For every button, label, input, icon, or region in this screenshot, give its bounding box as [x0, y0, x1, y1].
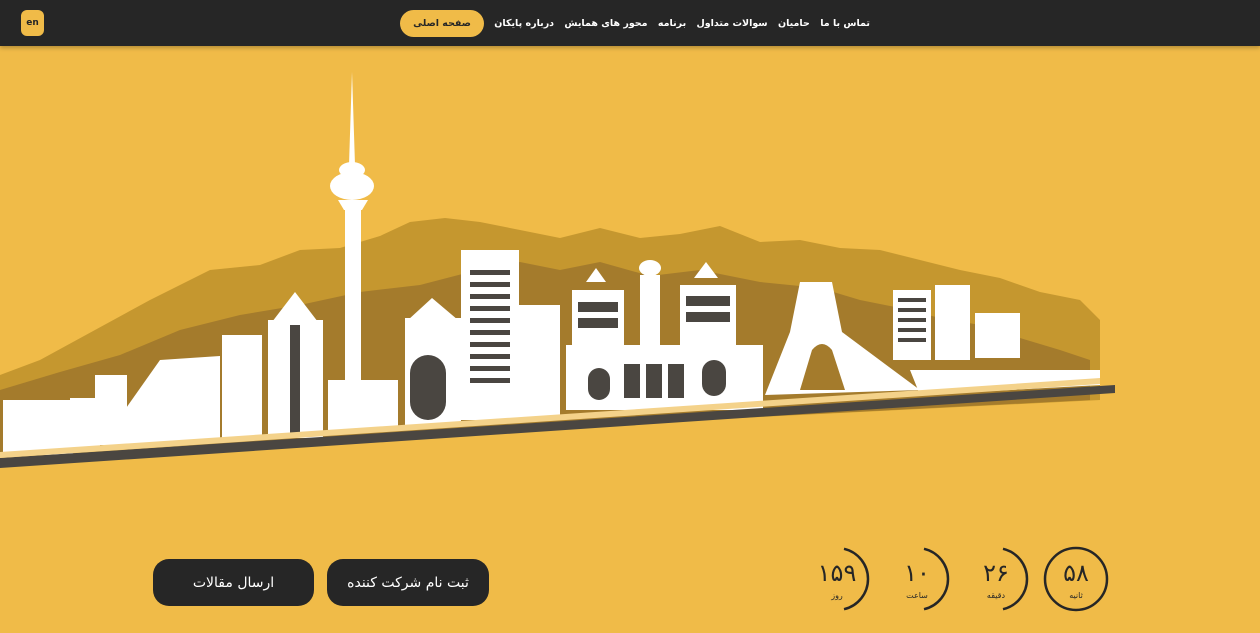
days-label: روز	[831, 591, 843, 600]
seconds-value: ۵۸	[1063, 559, 1089, 587]
nav-topics[interactable]: محور های همایش	[564, 18, 647, 29]
countdown-seconds: ۵۸ ثانیه	[1043, 546, 1109, 612]
register-participant-button[interactable]: ثبت نام شرکت کننده	[327, 559, 489, 606]
tehran-skyline-illustration	[0, 72, 1115, 468]
seconds-label: ثانیه	[1069, 591, 1083, 600]
language-switch-button[interactable]: en	[21, 10, 44, 36]
nav-home-button[interactable]: صفحه اصلی	[400, 9, 484, 37]
nav-faq[interactable]: سوالات متداول	[697, 18, 768, 29]
countdown-minutes: ۲۶ دقیقه	[963, 546, 1029, 612]
days-value: ۱۵۹	[817, 559, 857, 587]
nav-about[interactable]: درباره پایکان	[494, 18, 554, 29]
hours-value: ۱۰	[904, 559, 930, 587]
nav-program[interactable]: برنامه	[658, 18, 686, 29]
minutes-label: دقیقه	[986, 591, 1006, 600]
nav-contact[interactable]: تماس با ما	[820, 18, 870, 29]
submit-articles-button[interactable]: ارسال مقالات	[153, 559, 314, 606]
nav-sponsors[interactable]: حامیان	[778, 18, 810, 29]
nav-menu: صفحه اصلی درباره پایکان محور های همایش ب…	[400, 0, 870, 46]
countdown-days: ۱۵۹ روز	[804, 546, 870, 612]
hours-label: ساعت	[906, 591, 928, 600]
countdown-hours: ۱۰ ساعت	[884, 546, 950, 612]
top-navbar: en صفحه اصلی درباره پایکان محور های همای…	[0, 0, 1260, 46]
minutes-value: ۲۶	[983, 559, 1009, 587]
